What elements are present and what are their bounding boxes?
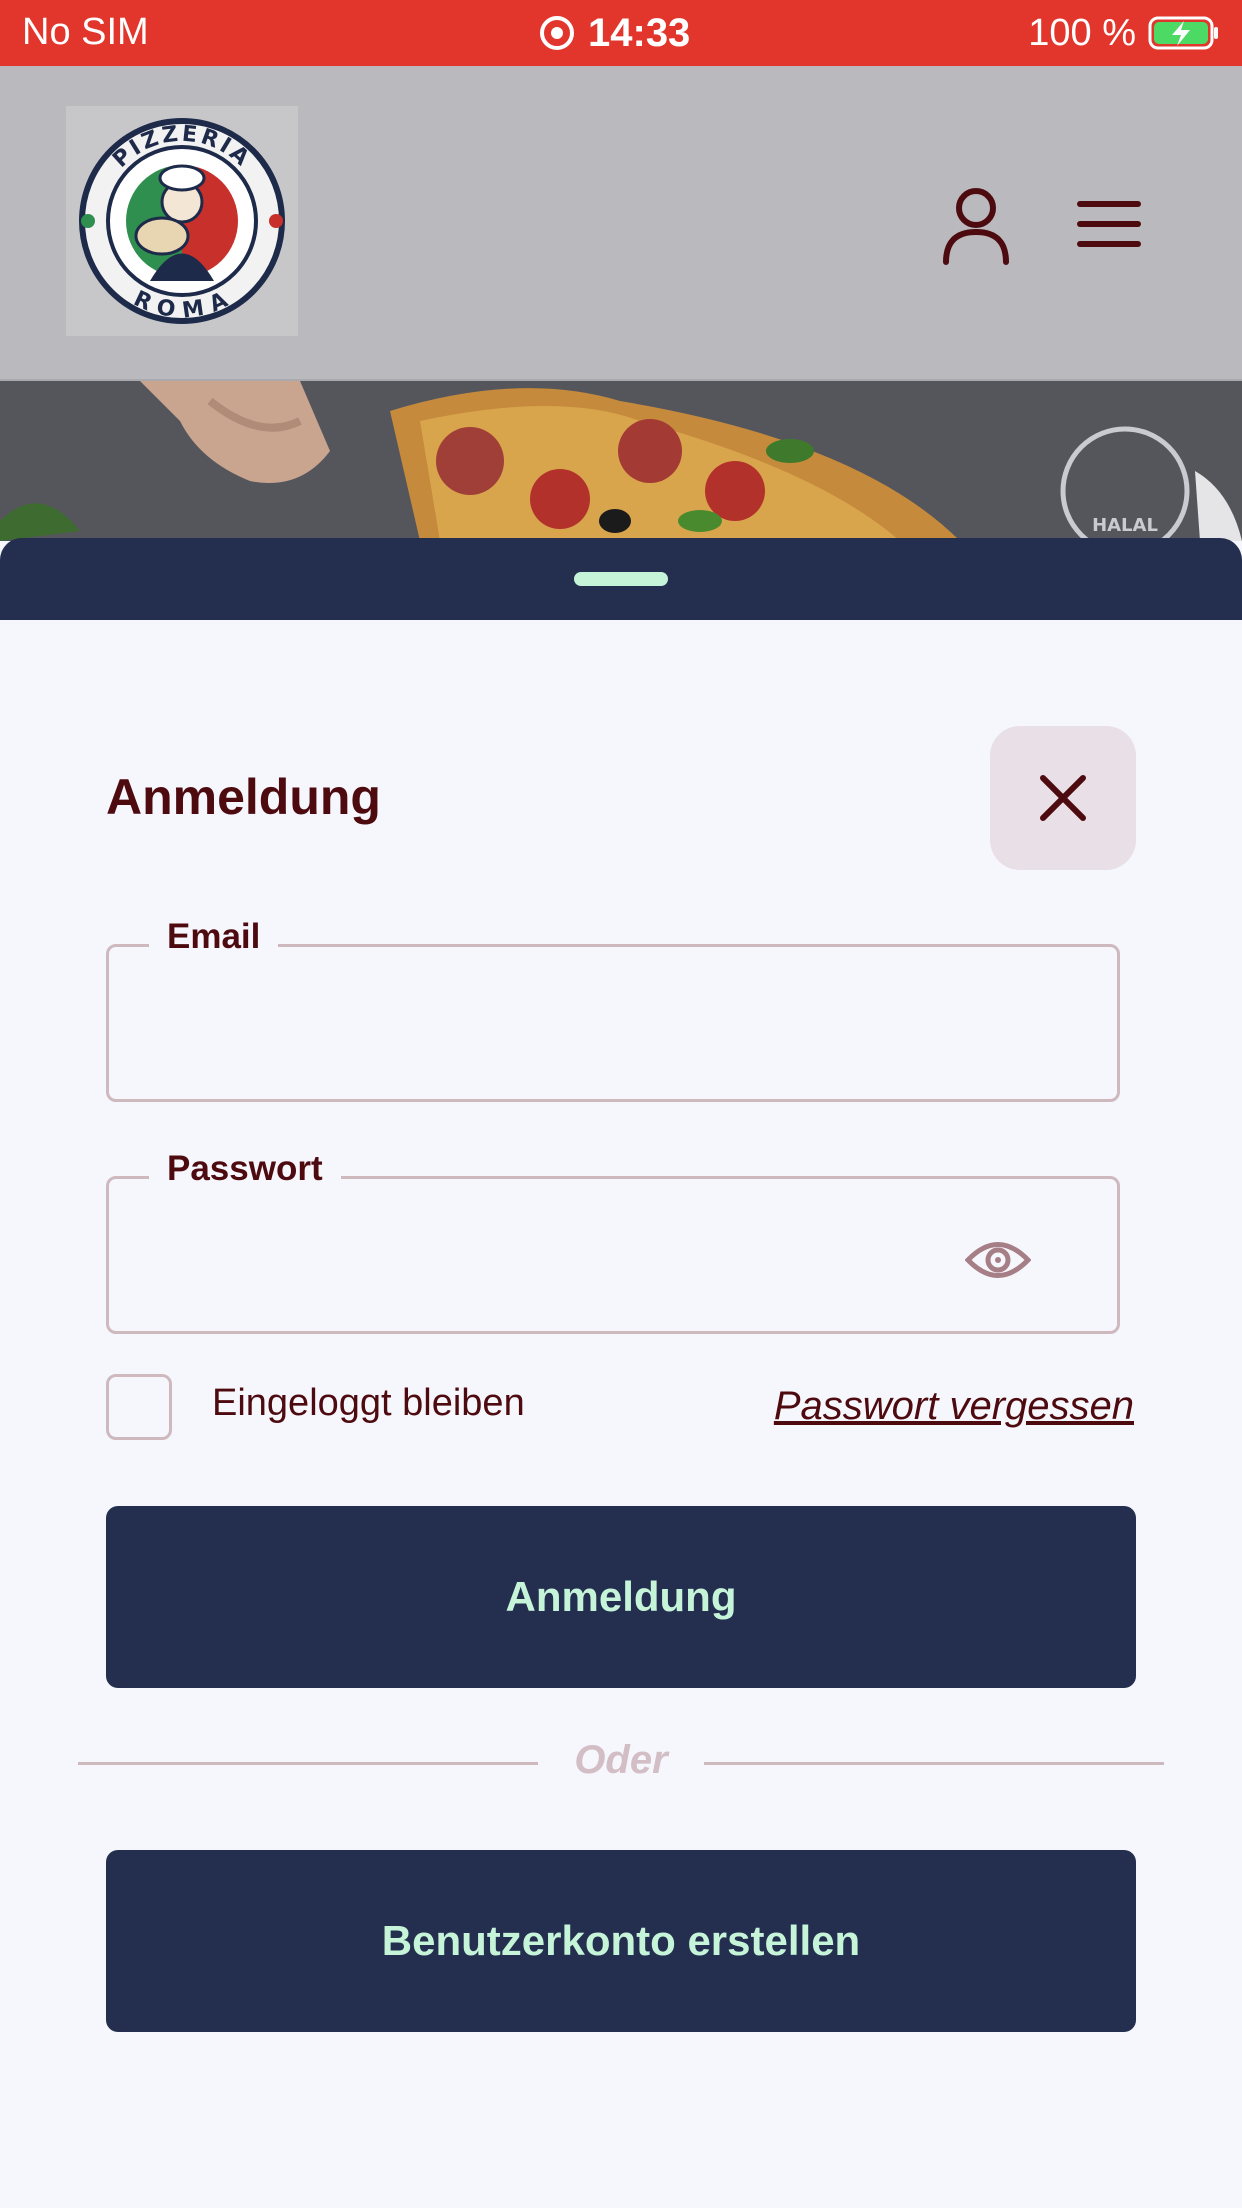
halal-badge-text: HALAL — [1092, 515, 1158, 536]
password-field[interactable]: Passwort — [106, 1149, 1120, 1334]
status-bar: No SIM 14:33 100 % — [0, 0, 1242, 66]
drag-handle[interactable] — [574, 572, 668, 586]
password-label: Passwort — [149, 1149, 341, 1189]
brand-logo[interactable]: PIZZERIA ROMA — [66, 106, 298, 336]
status-center: 14:33 — [540, 11, 690, 55]
forgot-password-link[interactable]: Passwort vergessen — [774, 1384, 1134, 1429]
login-button[interactable]: Anmeldung — [106, 1506, 1136, 1688]
create-account-button[interactable]: Benutzerkonto erstellen — [106, 1850, 1136, 2032]
login-sheet: Anmeldung Email Passwort Eingeloggt blei… — [0, 620, 1242, 2208]
battery-percent: 100 % — [1028, 11, 1136, 54]
hamburger-menu-icon[interactable] — [1076, 196, 1142, 252]
status-time: 14:33 — [588, 10, 691, 55]
divider-line-right — [704, 1762, 1164, 1765]
carrier-label: No SIM — [22, 11, 149, 53]
app-header: PIZZERIA ROMA — [0, 66, 1242, 381]
remember-me-label[interactable]: Eingeloggt bleiben — [212, 1382, 525, 1425]
eye-icon[interactable] — [965, 1237, 1031, 1283]
divider-text: Oder — [574, 1738, 668, 1782]
email-field[interactable]: Email — [106, 917, 1120, 1102]
battery-charging-icon — [1148, 16, 1218, 50]
sheet-handle-bar[interactable] — [0, 538, 1242, 620]
email-input[interactable] — [139, 987, 1019, 1057]
close-icon — [1040, 775, 1086, 821]
status-right: 100 % — [1028, 11, 1220, 55]
or-divider: Oder — [78, 1738, 1164, 1788]
pizzeria-roma-logo-icon: PIZZERIA ROMA — [79, 118, 285, 324]
password-input[interactable] — [139, 1219, 1019, 1289]
screen-recording-icon — [540, 16, 574, 50]
remember-me-checkbox[interactable] — [106, 1374, 172, 1440]
user-icon[interactable] — [940, 186, 1012, 266]
hero-banner: HALAL — [0, 381, 1242, 541]
pizza-hero-image: HALAL — [0, 381, 1242, 541]
email-label: Email — [149, 917, 279, 957]
sheet-title: Anmeldung — [106, 769, 381, 825]
close-button[interactable] — [990, 726, 1136, 870]
